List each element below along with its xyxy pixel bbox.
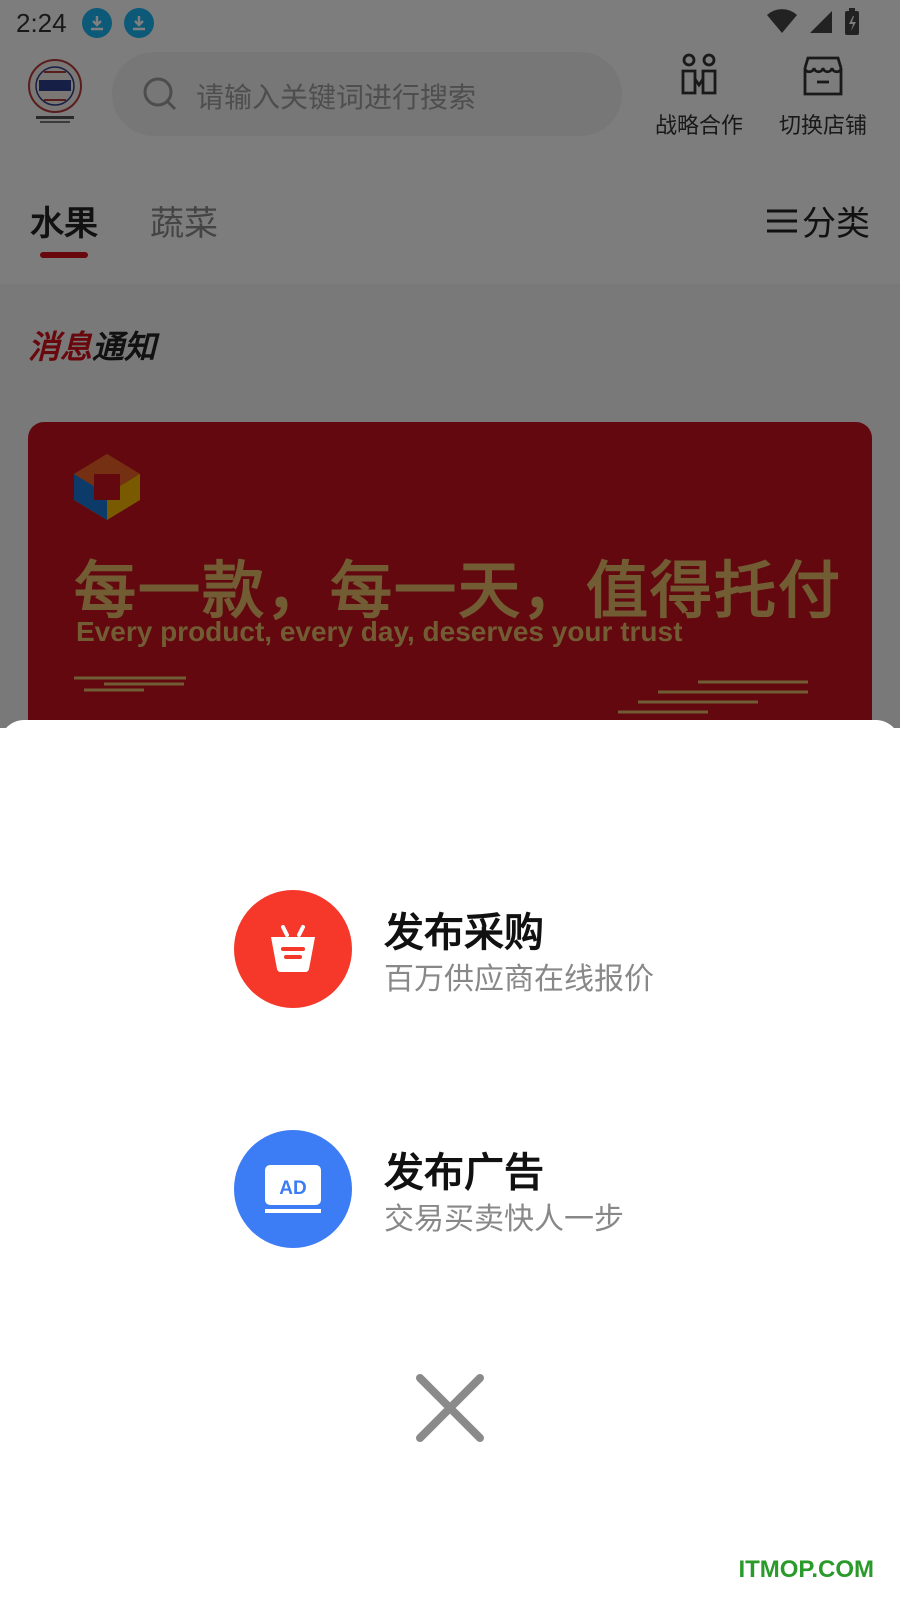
close-button[interactable]	[414, 1372, 486, 1444]
publish-ad-subtitle: 交易买卖快人一步	[384, 1202, 624, 1237]
modal-backdrop[interactable]	[0, 0, 900, 728]
close-icon	[416, 1374, 484, 1442]
publish-ad-option[interactable]: AD 发布广告 交易买卖快人一步	[234, 1130, 694, 1248]
ad-icon: AD	[234, 1130, 352, 1248]
publish-purchase-option[interactable]: 发布采购 百万供应商在线报价	[234, 890, 694, 1008]
svg-text:AD: AD	[279, 1178, 306, 1199]
publish-sheet: 发布采购 百万供应商在线报价 AD 发布广告 交易买卖快人一步	[0, 720, 900, 1600]
watermark: ITMOP.COM	[738, 1556, 874, 1583]
publish-purchase-subtitle: 百万供应商在线报价	[384, 962, 654, 997]
publish-ad-title: 发布广告	[384, 1150, 544, 1196]
shopping-basket-icon	[234, 890, 352, 1008]
publish-purchase-title: 发布采购	[384, 910, 544, 956]
